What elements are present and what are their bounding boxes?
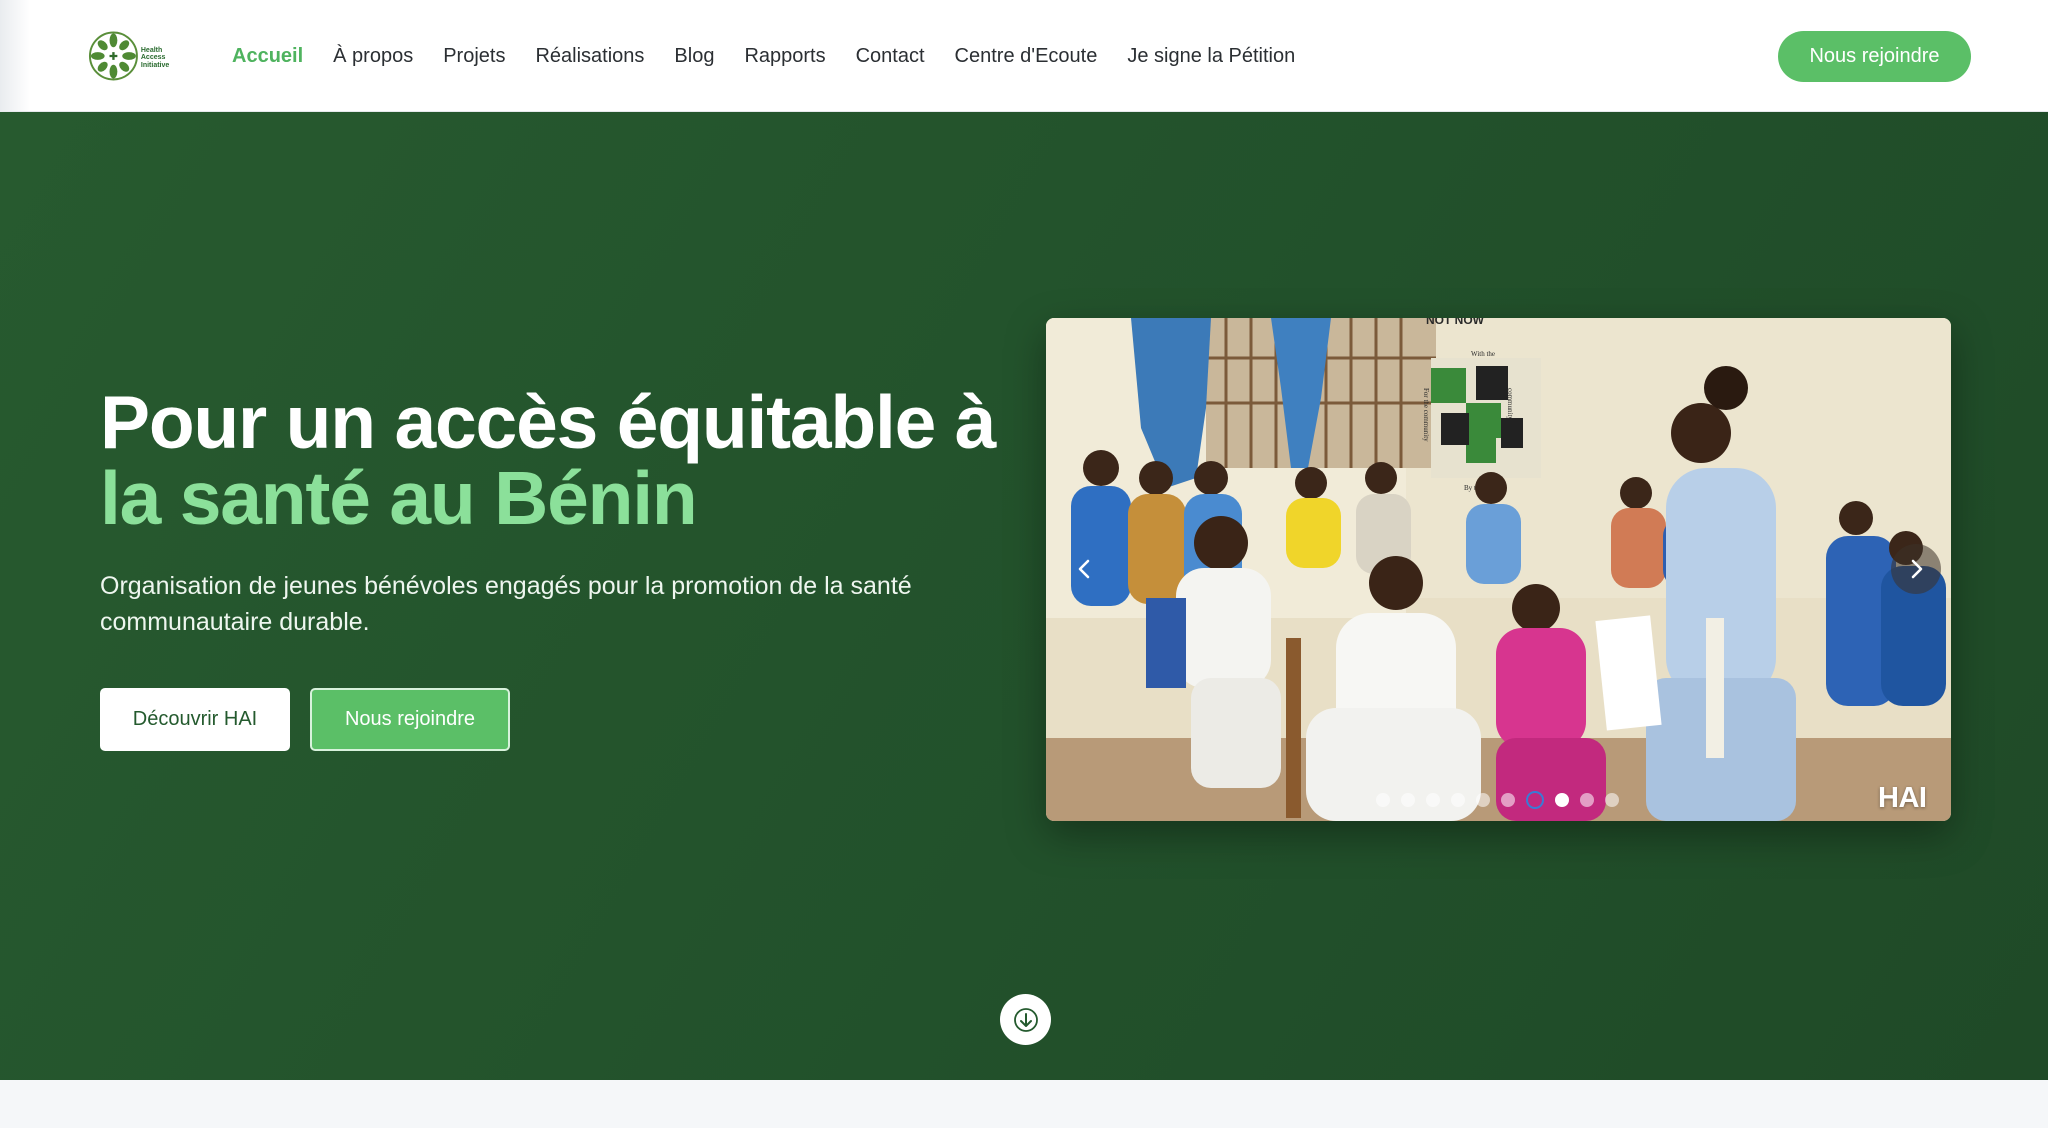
mural-text-with-the: With the	[1471, 350, 1495, 358]
chevron-left-icon	[1078, 559, 1090, 579]
carousel-photo: NOT NOW With the community By the com Fo…	[1046, 318, 1951, 821]
photo-carousel[interactable]: NOT NOW With the community By the com Fo…	[1046, 318, 1951, 821]
carousel-dot[interactable]	[1605, 793, 1619, 807]
carousel-watermark: HAI	[1878, 782, 1927, 814]
next-section-edge	[0, 1080, 2048, 1128]
join-us-hero-button[interactable]: Nous rejoindre	[310, 688, 510, 751]
hero-title-line1: Pour un accès équitable à	[100, 380, 997, 464]
mural-text-not-now: NOT NOW	[1426, 318, 1485, 327]
nav-item-realisations[interactable]: Réalisations	[535, 45, 644, 68]
hero-subtitle: Organisation de jeunes bénévoles engagés…	[100, 572, 912, 636]
carousel-dot[interactable]	[1426, 793, 1440, 807]
nav-item-centre-ecoute[interactable]: Centre d'Ecoute	[955, 45, 1098, 68]
logo-text: Health Access Initiative	[140, 46, 170, 69]
join-us-nav-button[interactable]: Nous rejoindre	[1778, 31, 1971, 82]
hai-leaf-logo-icon	[88, 31, 138, 81]
carousel-dot[interactable]	[1580, 793, 1594, 807]
nav-item-contact[interactable]: Contact	[856, 45, 925, 68]
mural-text-for-the-community: For the community	[1422, 388, 1430, 442]
carousel-dot[interactable]	[1451, 793, 1465, 807]
nav-item-accueil[interactable]: Accueil	[232, 45, 303, 68]
carousel-dot[interactable]	[1376, 793, 1390, 807]
main-nav: Accueil À propos Projets Réalisations Bl…	[232, 0, 1325, 112]
carousel-prev-button[interactable]	[1060, 544, 1110, 594]
nav-item-blog[interactable]: Blog	[674, 45, 714, 68]
navbar-edge-shadow	[0, 0, 30, 112]
nav-item-rapports[interactable]: Rapports	[744, 45, 825, 68]
nav-item-petition[interactable]: Je signe la Pétition	[1127, 45, 1295, 68]
scroll-down-button[interactable]	[1000, 994, 1051, 1045]
mural-text-community: community	[1506, 388, 1514, 420]
carousel-dot[interactable]	[1476, 793, 1490, 807]
carousel-dot-active[interactable]	[1526, 791, 1544, 809]
carousel-dot[interactable]	[1401, 793, 1415, 807]
top-navbar: Health Access Initiative Accueil À propo…	[0, 0, 2048, 112]
carousel-dot[interactable]	[1501, 793, 1515, 807]
site-logo[interactable]: Health Access Initiative	[88, 28, 180, 84]
arrow-down-icon	[1013, 1007, 1038, 1032]
hero-section: Pour un accès équitable à la santé au Bé…	[0, 112, 2048, 1080]
hero-title: Pour un accès équitable à la santé au Bé…	[100, 384, 1020, 536]
chevron-right-icon	[1911, 559, 1923, 579]
carousel-dot[interactable]	[1555, 793, 1569, 807]
discover-hai-button[interactable]: Découvrir HAI	[100, 688, 290, 751]
nav-item-a-propos[interactable]: À propos	[333, 45, 413, 68]
nav-item-projets[interactable]: Projets	[443, 45, 505, 68]
carousel-next-button[interactable]	[1891, 544, 1941, 594]
carousel-indicators	[1376, 791, 1630, 809]
hero-title-line2: la santé au Bénin	[100, 456, 698, 540]
